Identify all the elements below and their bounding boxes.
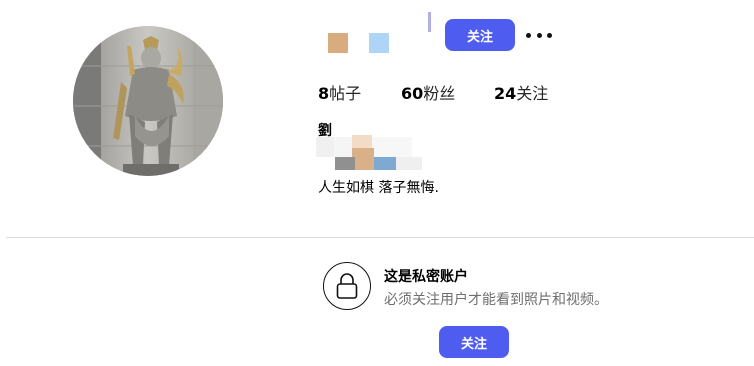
stat-posts-label: 帖子 (329, 84, 362, 103)
follow-button[interactable]: 关注 (445, 19, 515, 51)
stat-following-count: 24 (494, 84, 517, 103)
stat-posts-count: 8 (318, 84, 330, 103)
bio-pixel (352, 135, 372, 148)
bio-pixel (396, 157, 422, 170)
dot (536, 32, 542, 38)
private-account-subtitle: 必须关注用户才能看到照片和视频。 (384, 292, 608, 308)
text-cursor (428, 12, 431, 32)
username-pixel (328, 33, 348, 53)
stat-followers-count: 60 (401, 84, 424, 103)
section-divider (6, 237, 754, 238)
avatar-statue-image (73, 26, 223, 176)
profile-avatar[interactable] (73, 26, 223, 176)
stat-followers[interactable]: 60粉丝 (401, 80, 455, 104)
dot (526, 32, 531, 38)
profile-page: 关注 8帖子 60粉丝 24关注 劉 人生如棋 落子無悔. 这是私密账户 必须关… (0, 0, 754, 366)
bio-pixel (316, 137, 334, 157)
bio-pixel (335, 157, 355, 170)
dot (547, 32, 552, 38)
bio-text: 人生如棋 落子無悔. (318, 180, 439, 196)
bio-pixel (334, 137, 352, 157)
bio-pixel (374, 157, 396, 170)
more-options-icon[interactable] (526, 26, 552, 44)
bio-pixel (352, 148, 374, 170)
stat-following[interactable]: 24关注 (494, 80, 548, 104)
username-pixel (369, 33, 389, 53)
stat-following-label: 关注 (516, 84, 549, 103)
stat-followers-label: 粉丝 (423, 84, 456, 103)
stat-posts[interactable]: 8帖子 (318, 80, 361, 104)
lock-icon (323, 262, 371, 310)
bio-pixel (372, 137, 412, 157)
follow-button-secondary[interactable]: 关注 (439, 326, 509, 358)
lock-glyph (336, 273, 358, 299)
private-account-title: 这是私密账户 (384, 269, 468, 285)
